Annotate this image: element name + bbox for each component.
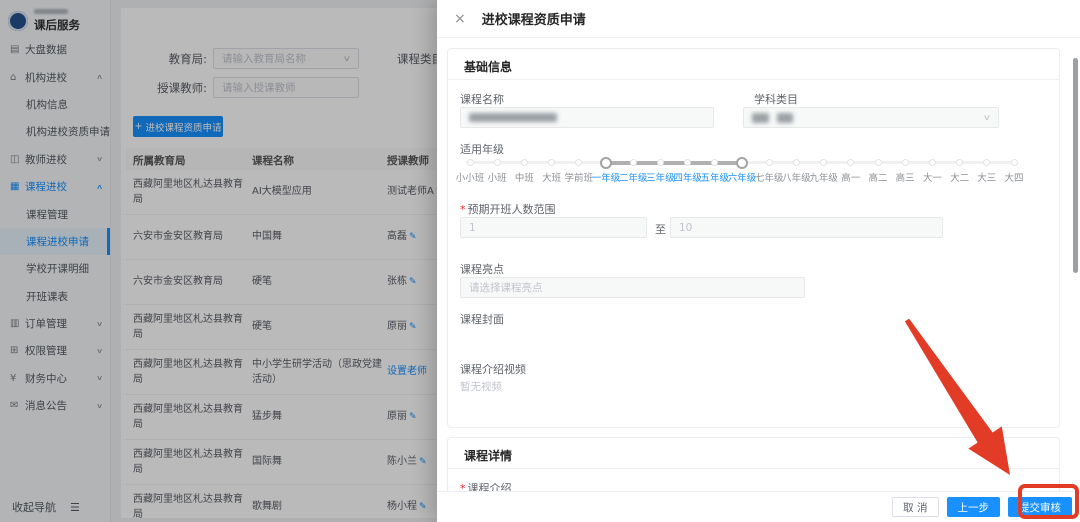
slider-mark-label[interactable]: 四年级	[673, 170, 702, 184]
slider-mark-label[interactable]: 六年级	[728, 170, 757, 184]
slider-mark-label[interactable]: 七年级	[755, 170, 784, 184]
class-size-to-label: 至	[655, 223, 666, 236]
slider-dot	[711, 159, 719, 166]
slider-dot	[820, 159, 828, 166]
slider-mark-label[interactable]: 二年级	[619, 170, 648, 184]
slider-dot	[548, 159, 556, 166]
qualification-drawer: × 进校课程资质申请 基础信息 课程名称 学科类目 ∨ 适用年级 小小班 小班 中班…	[437, 0, 1080, 522]
grade-range-slider[interactable]: 小小班 小班 中班 大班 学前班 一年级 二年级 三年级 四年级 五年级 六年级 七年级 八年级 九年级高…	[456, 155, 1024, 189]
slider-dot	[629, 159, 637, 166]
slider-handle-end[interactable]	[736, 156, 748, 169]
slider-dot	[684, 159, 692, 166]
slider-dot	[520, 159, 528, 166]
slider-dot	[575, 159, 583, 166]
course-name-input	[460, 107, 714, 128]
slider-mark-label[interactable]: 八年级	[782, 170, 811, 184]
slider-mark-label[interactable]: 中班	[515, 170, 534, 184]
class-size-max-input: 10	[670, 217, 943, 238]
slider-mark-label[interactable]: 大四	[1004, 170, 1023, 184]
slider-mark-label[interactable]: 五年级	[701, 170, 730, 184]
cancel-button[interactable]: 取 消	[892, 497, 939, 517]
drawer-scrollbar-thumb[interactable]	[1073, 58, 1078, 273]
course-name-value-redacted	[469, 113, 557, 122]
slider-dot	[847, 159, 855, 166]
course-cover-label: 课程封面	[460, 313, 504, 326]
slider-mark-label[interactable]: 高三	[896, 170, 915, 184]
close-icon[interactable]: ×	[454, 12, 466, 26]
slider-dot	[765, 159, 773, 166]
slider-mark-label[interactable]: 高一	[841, 170, 860, 184]
drawer-footer: 取 消 上一步 提交审核	[437, 491, 1080, 522]
basic-info-section-title: 基础信息	[464, 60, 513, 74]
course-detail-section-title: 课程详情	[464, 449, 513, 463]
slider-dot	[656, 159, 664, 166]
chevron-down-icon: ∨	[982, 113, 992, 122]
slider-mark-label[interactable]: 高二	[868, 170, 887, 184]
slider-dot	[493, 159, 501, 166]
slider-mark-label[interactable]: 大班	[542, 170, 561, 184]
slider-mark-label[interactable]: 一年级	[592, 170, 621, 184]
required-asterisk: *	[460, 203, 466, 216]
slider-mark-label[interactable]: 小小班	[456, 170, 485, 184]
submit-review-button[interactable]: 提交审核	[1008, 497, 1072, 517]
slider-dot	[874, 159, 882, 166]
slider-mark-label[interactable]: 小班	[488, 170, 507, 184]
course-highlight-label: 课程亮点	[460, 263, 504, 276]
app-window: 课后服务 ▤ 大盘数据 ⌂ 机构进校 ∧ 机构信息 机构进校资质申请 ◫ 教师进校 ∨ ▦ 课程进校 ∧…	[0, 0, 1080, 522]
drawer-mask-overlay[interactable]	[0, 0, 437, 522]
slider-mark-label[interactable]: 三年级	[646, 170, 675, 184]
course-video-label: 课程介绍视频	[460, 363, 526, 376]
slider-handle-start[interactable]	[600, 156, 612, 169]
course-highlight-input: 请选择课程亮点	[460, 277, 805, 298]
slider-mark-label[interactable]: 大三	[977, 170, 996, 184]
course-name-label: 课程名称	[460, 93, 504, 106]
slider-mark-label[interactable]: 九年级	[809, 170, 838, 184]
subject-category-label: 学科类目	[754, 93, 798, 106]
drawer-title: 进校课程资质申请	[481, 13, 586, 28]
drawer-header: × 进校课程资质申请	[437, 0, 1080, 38]
slider-dot	[792, 159, 800, 166]
class-size-min-input: 1	[460, 217, 647, 238]
slider-dot	[901, 159, 909, 166]
slider-selected-track	[606, 160, 742, 165]
subject-category-select: ∨	[743, 107, 999, 128]
slider-mark-label[interactable]: 学前班	[565, 170, 594, 184]
slider-dot	[1010, 159, 1018, 166]
basic-info-card: 基础信息 课程名称 学科类目 ∨ 适用年级 小小班 小班 中班 大班 学前班 一年级 二年级…	[447, 48, 1060, 428]
slider-dot	[466, 159, 474, 166]
slider-dot	[983, 159, 991, 166]
slider-mark-label[interactable]: 大二	[950, 170, 969, 184]
slider-mark-label[interactable]: 大一	[923, 170, 942, 184]
previous-step-button[interactable]: 上一步	[946, 497, 1000, 517]
no-video-text: 暂无视频	[460, 381, 502, 393]
slider-dot	[928, 159, 936, 166]
class-size-label: * 预期开班人数范围	[460, 203, 556, 216]
slider-dot	[956, 159, 964, 166]
